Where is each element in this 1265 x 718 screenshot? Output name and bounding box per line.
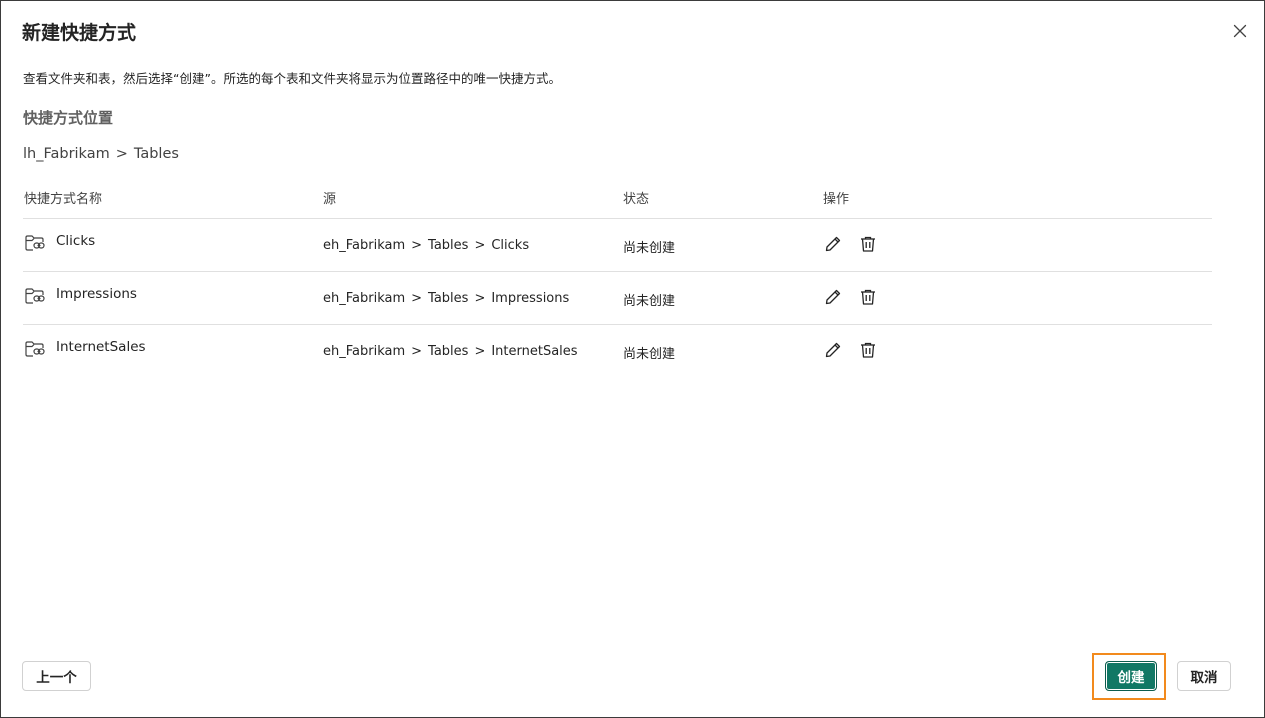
table-row: Impressions eh_Fabrikam > Tables > Impressio… (23, 272, 1212, 325)
shortcut-name-cell: Clicks (24, 233, 95, 253)
shortcut-name: Clicks (56, 233, 96, 249)
dialog-description: 查看文件夹和表，然后选择“创建”。所选的每个表和文件夹将显示为位置路径中的唯一快… (23, 71, 561, 86)
shortcut-name-cell: Impressions (24, 286, 137, 306)
table-row: Clicks eh_Fabrikam > Tables > Clicks 尚未创建 (23, 219, 1212, 272)
delete-button[interactable] (858, 340, 878, 360)
breadcrumb-item-lakehouse: lh_Fabrikam (23, 146, 110, 162)
folder-link-icon (25, 341, 45, 357)
source-part: InternetSales (491, 344, 578, 359)
table-header: 快捷方式名称 源 状态 操作 (23, 179, 1212, 219)
delete-icon (861, 289, 875, 305)
source-part: eh_Fabrikam (323, 344, 406, 359)
source-part: eh_Fabrikam (323, 238, 406, 253)
column-header-status: 状态 (623, 192, 650, 207)
edit-icon (825, 289, 841, 305)
row-actions (823, 340, 878, 360)
breadcrumb-separator: > (115, 146, 128, 162)
edit-icon (825, 342, 841, 358)
folder-link-icon (25, 235, 45, 251)
create-button[interactable]: 创建 (1105, 661, 1157, 691)
source-separator: > (411, 238, 423, 253)
row-actions (823, 287, 878, 307)
folder-link-icon (25, 288, 45, 304)
column-header-actions: 操作 (823, 192, 850, 207)
shortcut-status: 尚未创建 (623, 294, 676, 309)
source-separator: > (411, 344, 423, 359)
location-breadcrumb: lh_Fabrikam > Tables (23, 146, 179, 162)
source-separator: > (474, 291, 486, 306)
close-button[interactable] (1230, 21, 1250, 41)
source-separator: > (411, 291, 423, 306)
delete-button[interactable] (858, 287, 878, 307)
shortcut-status: 尚未创建 (623, 347, 676, 362)
shortcut-status: 尚未创建 (623, 241, 676, 256)
edit-button[interactable] (823, 234, 843, 254)
shortcut-location-label: 快捷方式位置 (23, 109, 114, 127)
source-separator: > (474, 238, 486, 253)
delete-button[interactable] (858, 234, 878, 254)
source-part: Impressions (491, 291, 570, 306)
source-part: Tables (428, 291, 469, 306)
edit-icon (825, 236, 841, 252)
close-icon (1233, 24, 1247, 38)
source-part: Clicks (491, 238, 530, 253)
source-part: Tables (428, 238, 469, 253)
row-actions (823, 234, 878, 254)
column-header-source: 源 (323, 192, 337, 207)
breadcrumb-item-tables: Tables (133, 146, 179, 162)
shortcut-source: eh_Fabrikam > Tables > Clicks (323, 238, 529, 253)
new-shortcut-dialog: 新建快捷方式 查看文件夹和表，然后选择“创建”。所选的每个表和文件夹将显示为位置… (0, 0, 1265, 718)
shortcut-source: eh_Fabrikam > Tables > Impressions (323, 291, 569, 306)
edit-button[interactable] (823, 340, 843, 360)
table-row: InternetSales eh_Fabrikam > Tables > Interne… (23, 325, 1212, 377)
shortcut-name: Impressions (56, 286, 137, 302)
delete-icon (861, 236, 875, 252)
delete-icon (861, 342, 875, 358)
column-header-name: 快捷方式名称 (24, 192, 103, 207)
edit-button[interactable] (823, 287, 843, 307)
shortcut-name-cell: InternetSales (24, 339, 146, 359)
source-separator: > (474, 344, 486, 359)
shortcuts-table: 快捷方式名称 源 状态 操作 Clicks eh_Fabrikam > Tables… (23, 179, 1212, 377)
source-part: eh_Fabrikam (323, 291, 406, 306)
shortcut-name: InternetSales (56, 339, 146, 355)
cancel-button[interactable]: 取消 (1177, 661, 1231, 691)
previous-button[interactable]: 上一个 (22, 661, 91, 691)
source-part: Tables (428, 344, 469, 359)
dialog-title: 新建快捷方式 (22, 22, 137, 44)
shortcut-source: eh_Fabrikam > Tables > InternetSales (323, 344, 578, 359)
